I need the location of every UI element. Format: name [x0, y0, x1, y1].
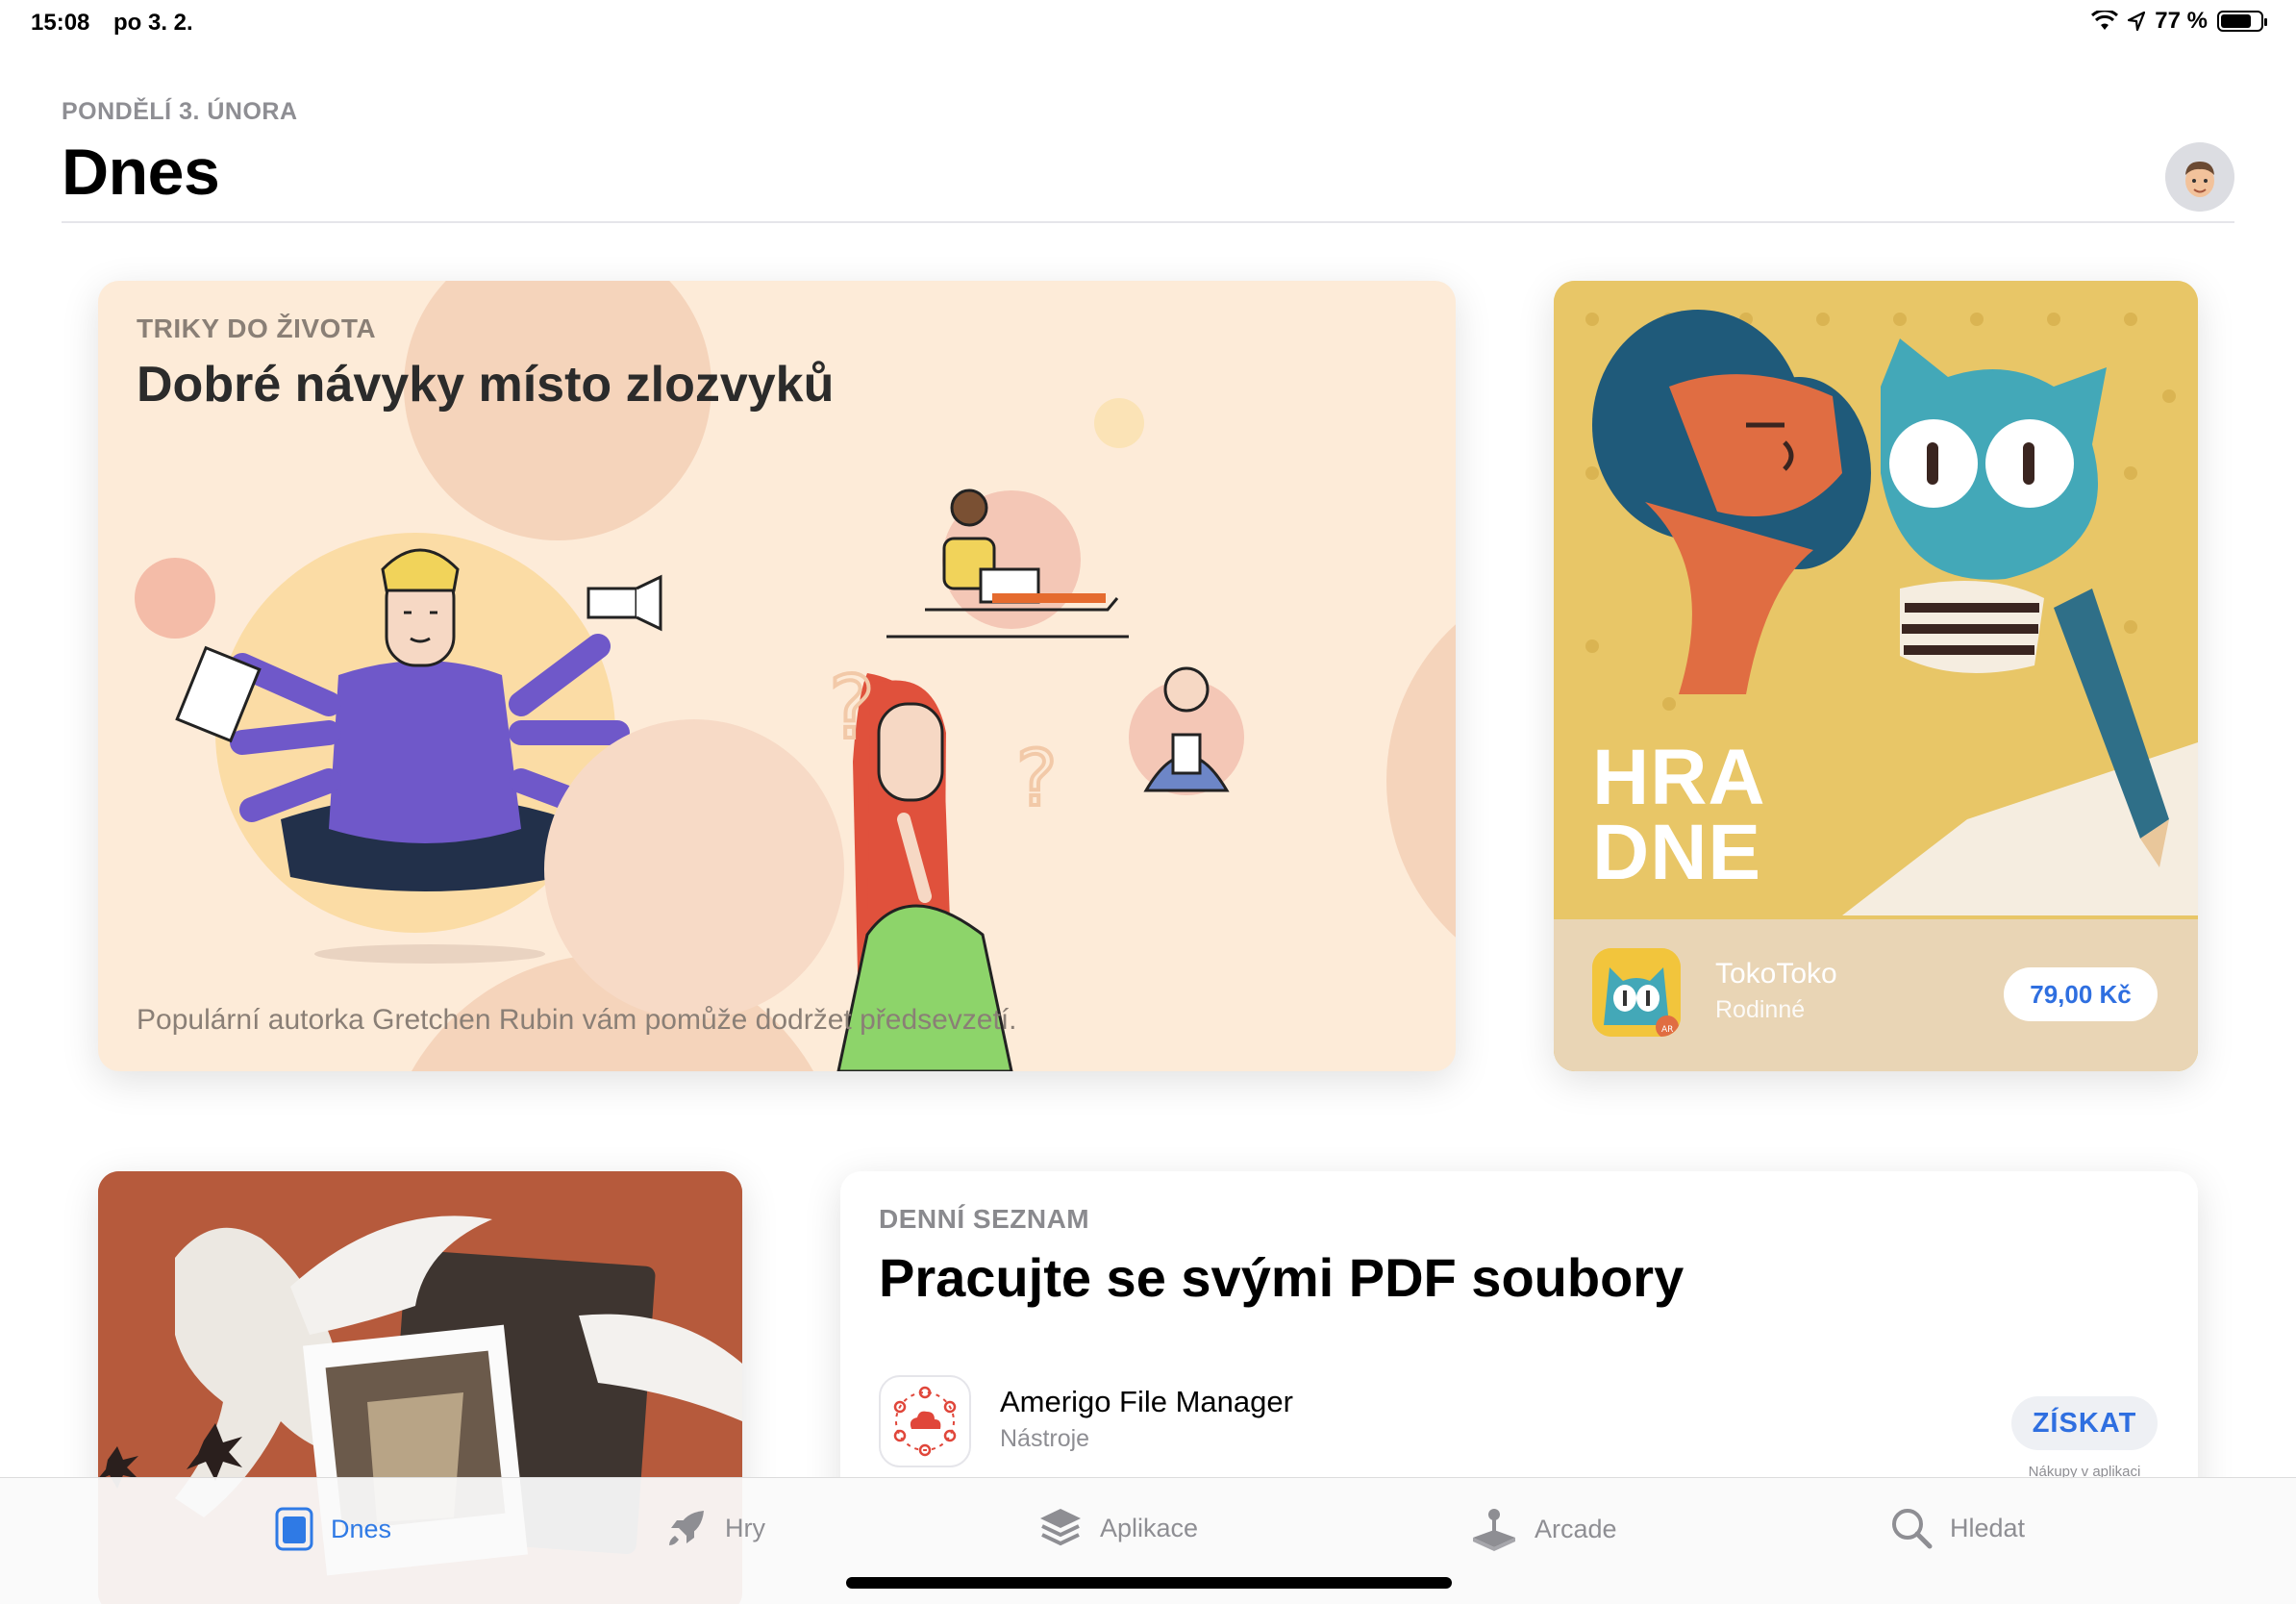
joystick-icon: [1473, 1509, 1515, 1551]
location-arrow-icon: [2128, 12, 2146, 31]
status-bar: 15:08 po 3. 2. 77 %: [0, 0, 2296, 46]
search-icon: [1892, 1509, 1933, 1549]
buy-price-button[interactable]: 79,00 Kč: [2004, 967, 2158, 1021]
tab-label: Hry: [725, 1513, 765, 1542]
date-label: PONDĚLÍ 3. ÚNORA: [62, 98, 298, 125]
list-app-category: Nástroje: [1000, 1425, 1090, 1452]
card-title: Pracujte se svými PDF soubory: [879, 1247, 1685, 1308]
game-app-name: TokoToko: [1715, 958, 1837, 990]
cat-face-icon: AR: [1592, 948, 1681, 1037]
tab-label: Aplikace: [1100, 1513, 1199, 1542]
game-app-category: Rodinné: [1715, 996, 1806, 1023]
battery-icon: [2217, 11, 2267, 32]
list-app-name: Amerigo File Manager: [1000, 1385, 1293, 1418]
card-kicker: DENNÍ SEZNAM: [879, 1204, 1090, 1234]
page-title: Dnes: [62, 136, 220, 209]
svg-text:?: ?: [829, 658, 875, 759]
list-app-row[interactable]: Amerigo File Manager Nástroje ZÍSKAT Nák…: [879, 1375, 2159, 1480]
cloud-network-icon: [893, 1386, 957, 1457]
battery-level: [2221, 14, 2251, 28]
get-button[interactable]: ZÍSKAT: [2011, 1396, 2158, 1450]
card-title: Dobré návyky místo zlozvyků: [137, 357, 835, 413]
tab-apps[interactable]: Aplikace: [1038, 1507, 1198, 1549]
ar-badge: AR: [1661, 1025, 1673, 1035]
account-avatar-button[interactable]: [2165, 142, 2234, 212]
layers-icon: [1040, 1509, 1081, 1546]
tokotoko-app-icon[interactable]: AR: [1592, 948, 1681, 1037]
status-date: po 3. 2.: [113, 10, 193, 36]
game-app-row[interactable]: AR TokoToko Rodinné 79,00 Kč: [1554, 919, 2198, 1071]
tab-search[interactable]: Hledat: [1890, 1507, 2025, 1549]
wifi-icon: [2091, 11, 2119, 30]
header-divider: [62, 221, 2234, 223]
tab-arcade[interactable]: Arcade: [1471, 1507, 1617, 1551]
tab-label: Hledat: [1950, 1513, 2026, 1542]
game-of-the-day-label: HRA DNE: [1592, 734, 1763, 896]
tab-today[interactable]: Dnes: [275, 1507, 391, 1551]
status-time: 15:08: [31, 10, 90, 36]
amerigo-app-icon[interactable]: [879, 1375, 971, 1467]
rocket-icon: [669, 1511, 704, 1545]
tab-label: Dnes: [331, 1514, 392, 1543]
game-of-the-day-card[interactable]: HRA DNE AR TokoToko Rodinné 79,00 Kč: [1554, 281, 2198, 1071]
home-indicator[interactable]: [846, 1577, 1452, 1589]
svg-text:?: ?: [1016, 734, 1057, 823]
tab-label: Arcade: [1535, 1514, 1617, 1543]
battery-percent: 77 %: [2155, 8, 2208, 34]
memoji-avatar-icon: [2165, 142, 2234, 212]
card-kicker: TRIKY DO ŽIVOTA: [137, 313, 377, 343]
story-card-habits[interactable]: ? ? TRIKY DO ŽIVOTA Dobré návyky místo z…: [98, 281, 1456, 1071]
tab-games[interactable]: Hry: [665, 1507, 765, 1549]
today-icon: [275, 1507, 313, 1551]
status-indicators: 77 %: [2091, 8, 2267, 35]
card-subtitle: Populární autorka Gretchen Rubin vám pom…: [137, 1004, 1017, 1036]
